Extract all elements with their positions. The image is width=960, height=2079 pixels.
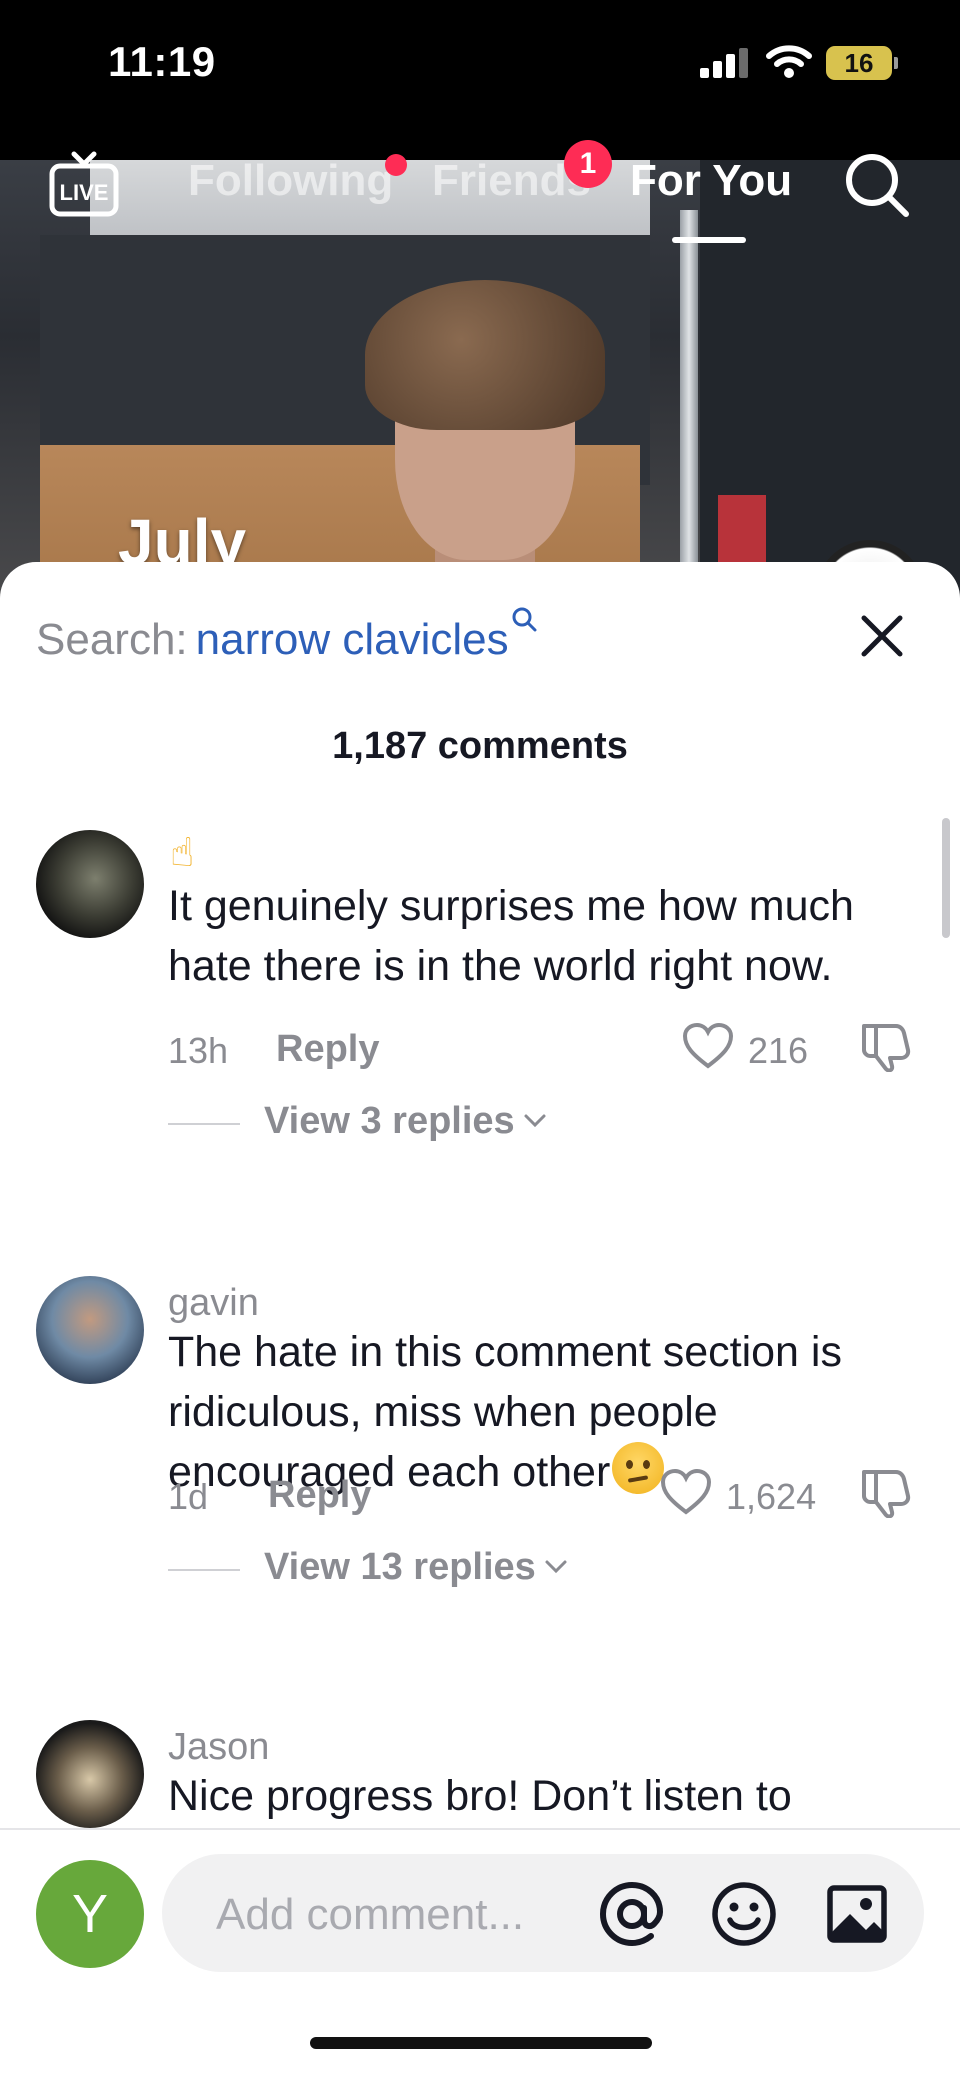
comment-text: It genuinely surprises me how much hate …: [168, 882, 854, 990]
comment-count: 1,187 comments: [332, 725, 628, 767]
comment-username[interactable]: gavin: [168, 1282, 259, 1325]
view-replies-label: View 3 replies: [264, 1100, 515, 1142]
chevron-down-icon: [524, 1114, 546, 1128]
wifi-icon: [766, 45, 812, 78]
live-label: LIVE: [60, 180, 109, 205]
view-replies-button[interactable]: View 13 replies: [264, 1546, 568, 1589]
search-icon[interactable]: [842, 150, 912, 220]
following-notification-dot: [385, 154, 407, 176]
home-indicator[interactable]: [310, 2037, 652, 2049]
emoji-smile-icon[interactable]: [710, 1880, 778, 1948]
status-bar: 11:19 16: [0, 0, 960, 160]
cellular-signal-icon: [700, 48, 748, 78]
comment-input[interactable]: Add comment...: [162, 1854, 924, 1972]
tab-following[interactable]: Following: [188, 156, 393, 206]
image-upload-icon[interactable]: [826, 1884, 888, 1944]
reply-button[interactable]: Reply: [268, 1474, 371, 1517]
chevron-down-icon: [545, 1560, 567, 1574]
active-tab-indicator: [672, 237, 746, 243]
close-icon[interactable]: [856, 610, 908, 662]
comment-time: 1d: [168, 1476, 209, 1517]
view-replies-label: View 13 replies: [264, 1546, 536, 1588]
comment-time: 13h: [168, 1030, 229, 1071]
like-count: 1,624: [726, 1476, 817, 1517]
dislike-icon[interactable]: [860, 1020, 914, 1072]
avatar[interactable]: [36, 1720, 144, 1828]
search-prefix: Search:: [36, 615, 188, 664]
my-avatar[interactable]: Y: [36, 1860, 144, 1968]
avatar[interactable]: [36, 1276, 144, 1384]
live-tv-icon[interactable]: LIVE: [48, 150, 120, 220]
dislike-icon[interactable]: [860, 1466, 914, 1518]
replies-divider: [168, 1569, 240, 1571]
heart-icon[interactable]: [682, 1022, 734, 1070]
status-time: 11:19: [108, 38, 216, 85]
comment-username[interactable]: Jason: [168, 1726, 269, 1769]
avatar[interactable]: [36, 830, 144, 938]
scrollbar[interactable]: [942, 818, 950, 938]
reply-button[interactable]: Reply: [276, 1028, 379, 1071]
confused-face-emoji-icon: [612, 1442, 665, 1494]
comment-placeholder: Add comment...: [216, 1890, 525, 1939]
comment-text-body: The hate in this comment section is ridi…: [168, 1328, 842, 1496]
comment-item: Jason Nice progress bro! Don’t listen to: [0, 1720, 960, 1828]
tab-for-you[interactable]: For You: [630, 156, 792, 206]
comment-input-bar: Y Add comment...: [0, 1828, 960, 2079]
view-replies-button[interactable]: View 3 replies: [264, 1100, 547, 1143]
like-count: 216: [748, 1030, 809, 1071]
replies-divider: [168, 1123, 240, 1125]
heart-icon[interactable]: [660, 1468, 712, 1516]
related-search[interactable]: Search: narrow clavicles: [36, 606, 537, 665]
comment-text: Nice progress bro! Don’t listen to: [168, 1772, 792, 1820]
search-icon: [512, 607, 537, 632]
battery-indicator: 16: [826, 46, 898, 80]
friends-badge: 1: [564, 140, 612, 188]
pointing-up-emoji-icon: ☝: [170, 830, 195, 876]
search-term-link[interactable]: narrow clavicles: [196, 615, 509, 664]
top-nav: LIVE Following Friends 1 For You: [0, 140, 960, 250]
mention-at-icon[interactable]: [596, 1878, 668, 1950]
